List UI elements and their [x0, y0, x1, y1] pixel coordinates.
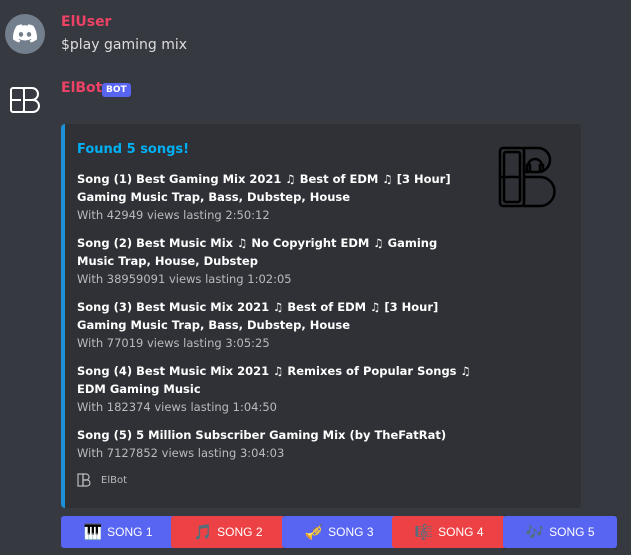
- eb-footer-icon: [77, 473, 91, 487]
- user-message-content: $play gaming mix: [61, 37, 188, 53]
- music-notes-icon: 🎶: [525, 524, 545, 541]
- song-entry: Song (2) Best Music Mix ♫ No Copyright E…: [77, 234, 477, 288]
- song-title: Song (5) 5 Million Subscriber Gaming Mix…: [77, 428, 447, 442]
- eb-logo-icon: [10, 87, 40, 113]
- discord-logo-icon: [13, 24, 37, 43]
- song-entry: Song (3) Best Music Mix 2021 ♫ Best of E…: [77, 298, 477, 352]
- button-label: SONG 4: [438, 525, 484, 539]
- button-label: SONG 5: [549, 525, 595, 539]
- music-note-icon: 🎵: [193, 524, 213, 541]
- song-info: With 182374 views lasting 1:04:50: [77, 400, 277, 414]
- song-info: With 7127852 views lasting 3:04:03: [77, 446, 285, 460]
- button-label: SONG 3: [328, 525, 374, 539]
- song-entry: Song (5) 5 Million Subscriber Gaming Mix…: [77, 426, 477, 462]
- song-entry: Song (1) Best Gaming Mix 2021 ♫ Best of …: [77, 170, 477, 224]
- song-entry: Song (4) Best Music Mix 2021 ♫ Remixes o…: [77, 362, 477, 416]
- song-button-row: 🎹 SONG 1 🎵 SONG 2 🎺 SONG 3 🎼 SONG 4 🎶 SO…: [61, 516, 631, 548]
- song-3-button[interactable]: 🎺 SONG 3: [282, 516, 396, 548]
- embed-accent-bar: [61, 124, 65, 508]
- piano-icon: 🎹: [83, 524, 103, 541]
- embed-title: Found 5 songs!: [77, 142, 190, 157]
- song-2-button[interactable]: 🎵 SONG 2: [171, 516, 285, 548]
- eb-thumbnail-icon: [498, 146, 556, 208]
- button-label: SONG 2: [217, 525, 263, 539]
- song-results-embed: Found 5 songs! Song (1) Best Gaming Mix …: [61, 124, 581, 508]
- song-title: Song (4) Best Music Mix 2021 ♫ Remixes o…: [77, 364, 471, 396]
- bot-avatar[interactable]: [5, 80, 45, 120]
- embed-footer: ElBot: [77, 473, 127, 487]
- user-avatar[interactable]: [5, 14, 45, 54]
- trumpet-icon: 🎺: [304, 524, 324, 541]
- song-5-button[interactable]: 🎶 SONG 5: [503, 516, 617, 548]
- song-list: Song (1) Best Gaming Mix 2021 ♫ Best of …: [77, 170, 477, 472]
- song-title: Song (2) Best Music Mix ♫ No Copyright E…: [77, 236, 438, 268]
- song-1-button[interactable]: 🎹 SONG 1: [61, 516, 175, 548]
- musical-score-icon: 🎼: [414, 524, 434, 541]
- user-username[interactable]: ElUser: [61, 14, 111, 30]
- song-title: Song (3) Best Music Mix 2021 ♫ Best of E…: [77, 300, 439, 332]
- song-info: With 42949 views lasting 2:50:12: [77, 208, 270, 222]
- song-title: Song (1) Best Gaming Mix 2021 ♫ Best of …: [77, 172, 451, 204]
- embed-footer-text: ElBot: [101, 474, 127, 486]
- button-label: SONG 1: [107, 525, 153, 539]
- song-info: With 77019 views lasting 3:05:25: [77, 336, 270, 350]
- bot-badge: BOT: [102, 83, 131, 97]
- song-info: With 38959091 views lasting 1:02:05: [77, 272, 292, 286]
- song-4-button[interactable]: 🎼 SONG 4: [392, 516, 506, 548]
- bot-username[interactable]: ElBot: [61, 80, 102, 96]
